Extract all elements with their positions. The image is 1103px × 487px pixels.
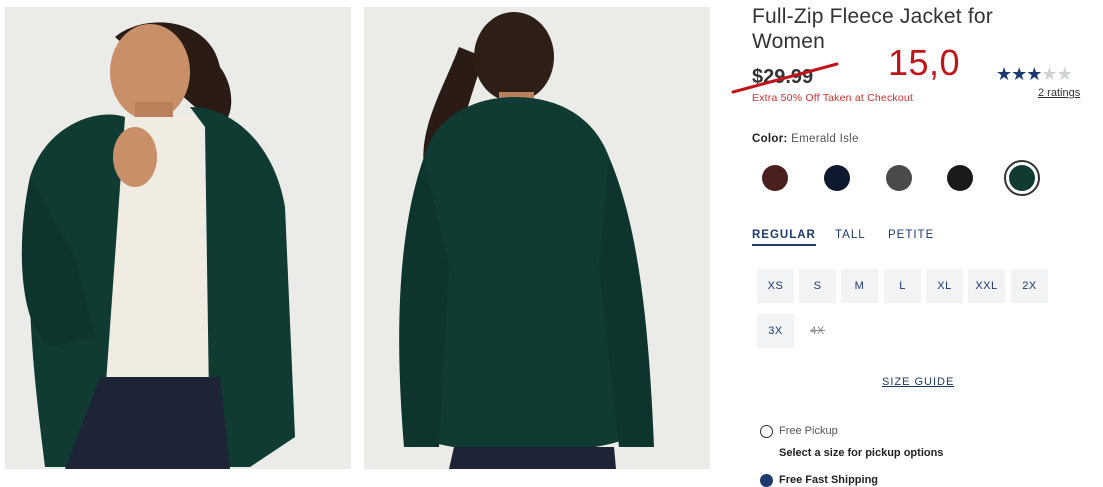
tab-regular[interactable]: REGULAR [752,229,816,246]
swatch-emerald-isle[interactable] [1009,165,1035,191]
star-icon: ★ [1011,64,1027,84]
size-guide-link[interactable]: SIZE GUIDE [882,376,954,388]
swatch-navy[interactable] [824,165,850,191]
pickup-instruction: Select a size for pickup options [779,447,944,459]
shipping-label: Free Fast Shipping [779,474,879,486]
size-xs[interactable]: XS [757,269,794,303]
star-icon: ★ [996,64,1012,84]
rating-stars[interactable]: ★★★★★ [996,64,1073,85]
pickup-radio[interactable] [760,425,773,438]
product-image-front[interactable] [5,7,351,469]
swatch-charcoal[interactable] [886,165,912,191]
ratings-link[interactable]: 2 ratings [1038,87,1080,99]
product-image-back[interactable] [364,7,710,469]
selected-color-name: Emerald Isle [791,133,859,145]
size-xl[interactable]: XL [926,269,963,303]
swatch-burgundy[interactable] [762,165,788,191]
swatch-black[interactable] [947,165,973,191]
size-2x[interactable]: 2X [1011,269,1048,303]
star-icon: ★ [1026,64,1042,84]
tab-petite[interactable]: PETITE [888,229,934,241]
size-4x-unavailable[interactable]: 4X [799,314,836,348]
size-l[interactable]: L [884,269,921,303]
size-s[interactable]: S [799,269,836,303]
color-label-prefix: Color: [752,133,788,145]
shipping-radio[interactable] [760,474,773,487]
color-label: Color: Emerald Isle [752,133,859,145]
promo-text: Extra 50% Off Taken at Checkout [752,92,914,104]
star-empty-icon: ★ [1056,64,1073,84]
size-m[interactable]: M [841,269,878,303]
size-3x[interactable]: 3X [757,314,794,348]
annotated-sale-price: 15,0 [888,42,961,83]
pickup-label: Free Pickup [779,425,838,437]
star-empty-icon: ★ [1041,64,1057,84]
tab-tall[interactable]: TALL [835,229,866,241]
size-xxl[interactable]: XXL [968,269,1005,303]
